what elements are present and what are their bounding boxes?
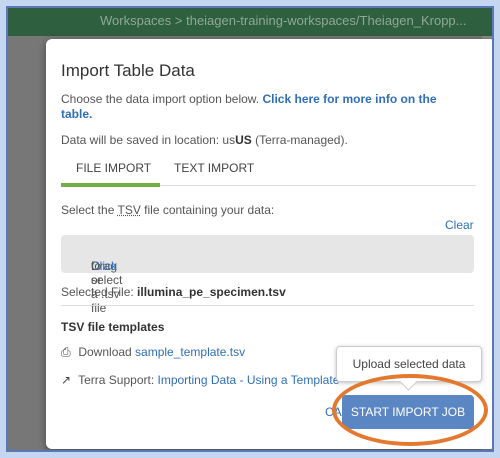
external-link-icon: ↗: [61, 373, 72, 387]
screenshot-frame: Workspaces > theiagen-training-workspace…: [6, 6, 494, 452]
intro-text: Choose the data import option below. Cli…: [61, 92, 471, 122]
location-text: Data will be saved in location: usUS (Te…: [61, 133, 348, 147]
support-label: Terra Support:: [78, 373, 158, 387]
breadcrumb[interactable]: Workspaces > theiagen-training-workspace…: [100, 13, 467, 28]
clear-button[interactable]: Clear: [445, 218, 474, 232]
support-row: ↗ Terra Support: Importing Data - Using …: [61, 373, 339, 387]
select-file-label: Select the TSV file containing your data…: [61, 203, 274, 217]
tab-file-import[interactable]: FILE IMPORT: [76, 161, 151, 175]
selected-file-name: illumina_pe_specimen.tsv: [137, 285, 286, 299]
selected-file: Selected File: illumina_pe_specimen.tsv: [61, 285, 286, 299]
location-prefix: Data will be saved in location: us: [61, 133, 236, 147]
active-tab-indicator: [61, 183, 160, 187]
tab-text-import[interactable]: TEXT IMPORT: [174, 161, 254, 175]
select-prefix: Select the: [61, 203, 118, 217]
highlight-ring: [332, 374, 488, 446]
support-link[interactable]: Importing Data - Using a Template: [158, 373, 340, 387]
top-bar: Workspaces > theiagen-training-workspace…: [8, 8, 492, 36]
location-value: US: [235, 133, 252, 147]
download-label: Download: [78, 345, 136, 359]
selected-file-label: Selected File:: [61, 285, 138, 299]
location-suffix: (Terra-managed).: [251, 133, 348, 147]
file-dropzone[interactable]: Drag or Click to select a .tsv file: [61, 235, 474, 315]
import-tabs: FILE IMPORT TEXT IMPORT: [61, 155, 476, 187]
download-row: ⎙ Download sample_template.tsv: [61, 345, 245, 360]
templates-heading: TSV file templates: [61, 320, 165, 334]
select-suffix: file containing your data:: [140, 203, 275, 217]
sample-template-link[interactable]: sample_template.tsv: [135, 345, 245, 359]
intro-text-label: Choose the data import option below.: [61, 92, 263, 106]
tsv-abbreviation: TSV: [117, 203, 141, 217]
printer-download-icon: ⎙: [61, 345, 71, 359]
divider: [61, 305, 474, 306]
modal-title: Import Table Data: [61, 61, 195, 80]
